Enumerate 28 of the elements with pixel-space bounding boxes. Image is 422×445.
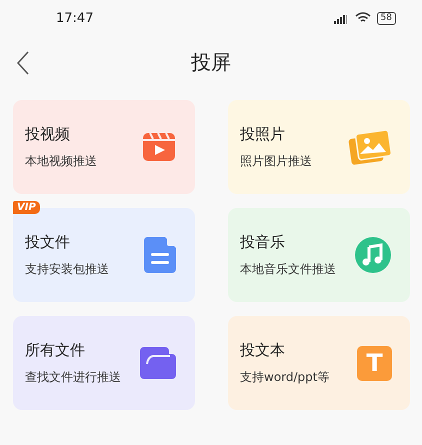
folder-icon — [139, 346, 177, 380]
page-title: 投屏 — [191, 48, 231, 76]
card-subtitle: 本地视频推送 — [25, 152, 97, 170]
feature-card[interactable]: 投文本 支持word/ppt等 T — [228, 316, 410, 410]
card-title: 投文本 — [240, 340, 286, 360]
feature-card[interactable]: 投照片 照片图片推送 — [228, 100, 410, 194]
wifi-icon — [354, 12, 371, 24]
card-title: 所有文件 — [25, 340, 86, 360]
status-time: 17:47 — [56, 10, 94, 26]
signal-icon — [332, 12, 349, 24]
feature-card[interactable]: 投视频 本地视频推送 — [13, 100, 195, 194]
card-subtitle: 照片图片推送 — [240, 152, 312, 170]
battery-level: 58 — [376, 12, 396, 24]
card-subtitle: 支持word/ppt等 — [240, 368, 330, 386]
music-note-icon — [354, 236, 392, 274]
card-title: 投视频 — [25, 124, 71, 144]
card-title: 投文件 — [25, 232, 71, 252]
card-subtitle: 查找文件进行推送 — [25, 368, 121, 386]
vip-badge: VIP — [13, 201, 40, 214]
photo-icon — [348, 129, 392, 165]
card-title: 投照片 — [240, 124, 286, 144]
text-icon: T — [357, 346, 392, 380]
feature-card[interactable]: 投音乐 本地音乐文件推送 — [228, 208, 410, 302]
feature-card[interactable]: 所有文件 查找文件进行推送 — [13, 316, 195, 410]
card-title: 投音乐 — [240, 232, 286, 252]
card-subtitle: 本地音乐文件推送 — [240, 260, 336, 278]
card-subtitle: 支持安装包推送 — [25, 260, 109, 278]
document-icon — [143, 236, 177, 274]
